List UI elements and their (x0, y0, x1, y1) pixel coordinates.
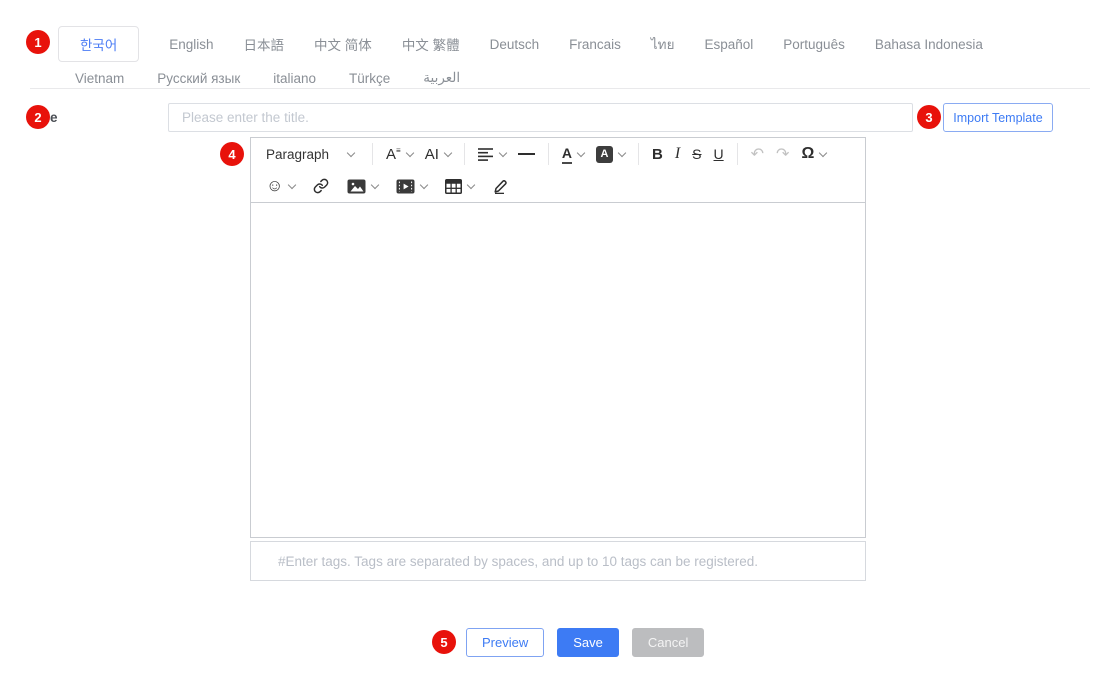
font-scale-icon: AI (425, 147, 439, 162)
action-buttons: Preview Save Cancel (466, 628, 704, 657)
tab-french[interactable]: Francais (569, 37, 621, 52)
video-icon (396, 179, 415, 194)
chevron-down-icon (288, 180, 296, 188)
tab-german[interactable]: Deutsch (490, 37, 540, 52)
editor-toolbar: Paragraph A≡ AI (250, 137, 866, 203)
image-dropdown[interactable] (341, 173, 384, 199)
paragraph-style-dropdown[interactable]: Paragraph (260, 141, 360, 167)
toolbar-separator (548, 143, 549, 165)
rich-text-editor: Paragraph A≡ AI (250, 137, 866, 538)
font-color-icon: A (562, 145, 572, 164)
pencil-icon (492, 178, 509, 194)
emoji-dropdown[interactable]: ☺ (260, 173, 301, 199)
redo-button[interactable]: ↷ (770, 141, 795, 167)
italic-button[interactable]: I (669, 141, 686, 167)
image-icon (347, 179, 366, 194)
preview-button[interactable]: Preview (466, 628, 544, 657)
save-button[interactable]: Save (557, 628, 619, 657)
horizontal-rule-button[interactable] (512, 141, 541, 167)
paragraph-style-label: Paragraph (266, 147, 329, 162)
font-size-icon: A≡ (386, 147, 401, 162)
chevron-down-icon (420, 180, 428, 188)
editor-content-area[interactable] (250, 203, 866, 538)
font-size-dropdown[interactable]: A≡ (380, 141, 419, 167)
tab-portuguese[interactable]: Português (783, 37, 845, 52)
chevron-down-icon (577, 148, 585, 156)
bold-button[interactable]: B (646, 141, 669, 167)
toolbar-row-1: Paragraph A≡ AI (251, 138, 865, 170)
tab-indonesian[interactable]: Bahasa Indonesia (875, 37, 983, 52)
tab-japanese[interactable]: 日本語 (244, 34, 285, 54)
horizontal-rule-icon (518, 152, 535, 156)
tab-vietnamese[interactable]: Vietnam (75, 71, 124, 86)
special-character-dropdown[interactable]: Ω (795, 141, 832, 167)
annotation-badge-5: 5 (432, 630, 456, 654)
tab-chinese-traditional[interactable]: 中文 繁體 (402, 34, 460, 54)
table-dropdown[interactable] (439, 173, 480, 199)
tags-input[interactable] (250, 541, 866, 581)
chevron-down-icon (371, 180, 379, 188)
special-character-icon: Ω (801, 145, 814, 163)
strikethrough-button[interactable]: S (686, 141, 707, 167)
tab-russian[interactable]: Русский язык (157, 71, 240, 86)
font-scale-dropdown[interactable]: AI (419, 141, 457, 167)
underline-button[interactable]: U (708, 141, 730, 167)
chevron-down-icon (618, 148, 626, 156)
language-tabs: 한국어 English 日本語 中文 简体 中文 繁體 Deutsch Fran… (58, 26, 983, 86)
chevron-down-icon (467, 180, 475, 188)
tab-turkish[interactable]: Türkçe (349, 71, 390, 86)
toolbar-row-2: ☺ (251, 170, 865, 202)
link-button[interactable] (307, 173, 335, 199)
redo-icon: ↷ (776, 144, 789, 164)
title-input[interactable] (168, 103, 913, 132)
font-color-dropdown[interactable]: A (556, 141, 590, 167)
annotation-badge-4: 4 (220, 142, 244, 166)
toolbar-separator (638, 143, 639, 165)
chevron-down-icon (444, 148, 452, 156)
tab-korean[interactable]: 한국어 (58, 26, 139, 62)
highlight-color-dropdown[interactable]: A (590, 141, 631, 167)
strikethrough-icon: S (692, 146, 701, 162)
tab-arabic[interactable]: العربية (423, 70, 460, 86)
link-icon (313, 178, 329, 194)
toolbar-separator (372, 143, 373, 165)
chevron-down-icon (819, 148, 827, 156)
underline-icon: U (714, 146, 724, 162)
post-editor-screen: 1 2 3 4 5 한국어 English 日本語 中文 简体 中文 繁體 De… (0, 0, 1097, 687)
tab-spanish[interactable]: Español (704, 37, 753, 52)
align-left-icon (478, 148, 494, 161)
tab-italian[interactable]: italiano (273, 71, 316, 86)
annotation-badge-3: 3 (917, 105, 941, 129)
chevron-down-icon (499, 148, 507, 156)
chevron-down-icon (405, 148, 413, 156)
undo-button[interactable]: ↶ (745, 141, 770, 167)
italic-icon: I (675, 145, 680, 163)
language-tabs-row-2: Vietnam Русский язык italiano Türkçe الع… (75, 70, 983, 86)
import-template-button[interactable]: Import Template (943, 103, 1053, 132)
emoji-icon: ☺ (266, 176, 283, 196)
tab-thai[interactable]: ไทย (651, 33, 675, 55)
tabs-divider (30, 88, 1090, 89)
tab-english[interactable]: English (169, 37, 213, 52)
draw-button[interactable] (486, 173, 515, 199)
language-tabs-row-1: 한국어 English 日本語 中文 简体 中文 繁體 Deutsch Fran… (58, 26, 983, 62)
toolbar-separator (737, 143, 738, 165)
align-dropdown[interactable] (472, 141, 512, 167)
table-icon (445, 179, 462, 194)
bold-icon: B (652, 146, 663, 163)
highlight-color-icon: A (596, 146, 613, 163)
tab-chinese-simplified[interactable]: 中文 简体 (314, 34, 372, 54)
toolbar-separator (464, 143, 465, 165)
annotation-badge-1: 1 (26, 30, 50, 54)
chevron-down-icon (347, 148, 355, 156)
annotation-badge-2: 2 (26, 105, 50, 129)
cancel-button[interactable]: Cancel (632, 628, 704, 657)
video-dropdown[interactable] (390, 173, 433, 199)
undo-icon: ↶ (751, 144, 764, 164)
